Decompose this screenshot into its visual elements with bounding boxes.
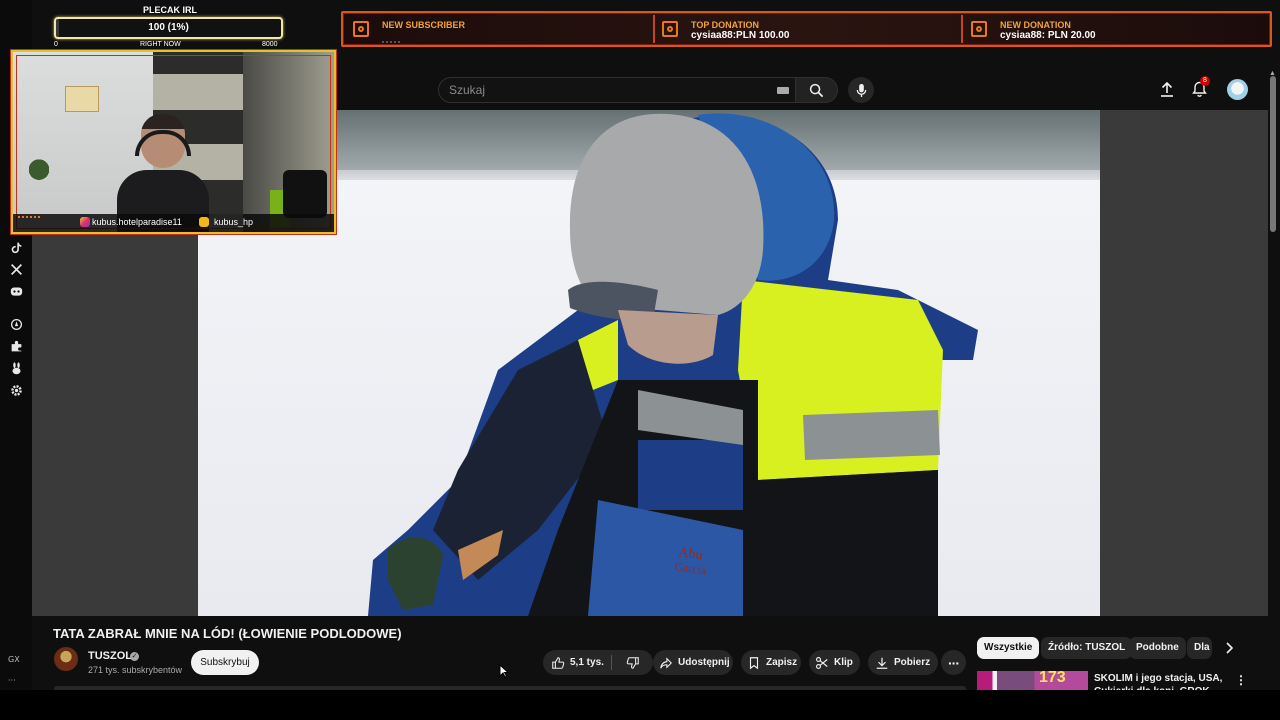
gx-label[interactable]: GX [8, 655, 20, 664]
upload-icon [1161, 81, 1173, 97]
chip-similar[interactable]: Podobne [1129, 637, 1186, 659]
gear-icon[interactable] [8, 382, 24, 398]
voice-search-button[interactable] [848, 77, 874, 103]
goal-mid-label: RIGHT NOW [140, 41, 181, 48]
chip-next-button[interactable] [1222, 641, 1236, 655]
goal-progress-bar: 100 (1%) [54, 17, 283, 39]
recommendation-thumbnail[interactable]: 173 [977, 671, 1088, 691]
search-button[interactable] [796, 77, 838, 103]
recommendation-menu-button[interactable]: ⋮ [1235, 673, 1247, 687]
bookmark-icon [749, 656, 759, 669]
webcam-frame [11, 50, 336, 234]
compass-icon[interactable] [8, 316, 24, 332]
download-button[interactable]: Pobierz [868, 650, 938, 675]
more-menu-icon[interactable]: ··· [8, 676, 16, 685]
new-subscriber-label: NEW SUBSCRIBER [382, 20, 466, 30]
youtube-icon [199, 217, 209, 227]
scissors-icon [816, 656, 828, 669]
notifications-badge: 8 [1200, 76, 1210, 86]
chip-for-you[interactable]: Dla [1187, 637, 1212, 659]
keyboard-icon[interactable] [777, 87, 789, 94]
search-box [438, 77, 796, 103]
download-label: Pobierz [894, 657, 931, 668]
dislike-button[interactable] [613, 650, 653, 675]
chip-source[interactable]: Źródło: TUSZOL [1041, 637, 1133, 659]
x-icon[interactable] [8, 261, 24, 277]
alerts-bar: NEW SUBSCRIBER TOP DONATION cysiaa88:PLN… [341, 11, 1272, 47]
like-dislike-group: 5,1 tys. [543, 650, 653, 675]
webcam-dots [18, 216, 40, 218]
like-divider [611, 655, 612, 670]
upload-button[interactable] [1157, 79, 1177, 99]
subscriber-alert-icon [353, 21, 369, 37]
bottom-letterbox [0, 690, 1280, 720]
instagram-handle: kubus.hotelparadise11 [92, 217, 182, 227]
share-label: Udostępnij [678, 657, 730, 668]
bunny-icon[interactable] [8, 360, 24, 376]
subscriber-count: 271 tys. subskrybentów [88, 665, 183, 675]
notifications-button[interactable]: 8 [1189, 76, 1210, 99]
thumbnail-number: 173 [1039, 671, 1066, 686]
puzzle-icon[interactable] [8, 338, 24, 354]
new-donation-label: NEW DONATION [1000, 20, 1071, 30]
page-scrollbar[interactable] [1270, 76, 1276, 232]
clip-button[interactable]: Klip [809, 650, 860, 675]
clip-label: Klip [834, 657, 853, 668]
chip-all[interactable]: Wszystkie [977, 637, 1040, 659]
download-icon [876, 657, 888, 669]
like-button[interactable]: 5,1 tys. [543, 650, 611, 675]
thumbs-up-icon [552, 656, 565, 669]
save-button[interactable]: Zapisz [741, 650, 801, 675]
instagram-icon [80, 217, 90, 227]
chevron-right-icon [1226, 642, 1234, 654]
thumbs-down-icon [626, 656, 639, 669]
top-donation-value: cysiaa88:PLN 100.00 [691, 30, 790, 41]
youtube-handle: kubus_hp [214, 217, 254, 227]
verified-check-icon: ✓ [130, 652, 139, 661]
goal-progress-text: 100 (1%) [148, 22, 189, 33]
more-actions-button[interactable]: ··· [941, 650, 966, 675]
camera-icon [662, 21, 678, 37]
microphone-icon [856, 83, 866, 97]
account-avatar[interactable] [1227, 79, 1248, 100]
webcam-inner-border [16, 55, 331, 229]
discord-icon[interactable] [8, 283, 24, 299]
share-icon [660, 656, 672, 669]
alert-separator [653, 15, 655, 43]
save-label: Zapisz [766, 657, 798, 668]
channel-avatar[interactable] [54, 647, 78, 671]
alert-separator [961, 15, 963, 43]
top-donation-label: TOP DONATION [691, 20, 760, 30]
goal-min-label: 0 [54, 41, 58, 48]
search-input[interactable] [439, 78, 739, 102]
subscribe-button[interactable]: Subskrybuj [191, 650, 259, 675]
tiktok-icon[interactable] [8, 239, 24, 255]
new-donation-value: cysiaa88: PLN 20.00 [1000, 30, 1096, 41]
channel-name[interactable]: TUSZOL [88, 650, 132, 662]
share-button[interactable]: Udostępnij [653, 650, 733, 675]
like-count: 5,1 tys. [570, 657, 604, 668]
goal-title: PLECAK IRL [143, 5, 197, 15]
search-icon [809, 83, 824, 97]
alert-dots [382, 41, 400, 43]
goal-max-label: 8000 [262, 41, 278, 48]
camera-icon [971, 21, 987, 37]
video-title: TATA ZABRAŁ MNIE NA LÓD! (ŁOWIENIE PODLO… [53, 626, 402, 641]
